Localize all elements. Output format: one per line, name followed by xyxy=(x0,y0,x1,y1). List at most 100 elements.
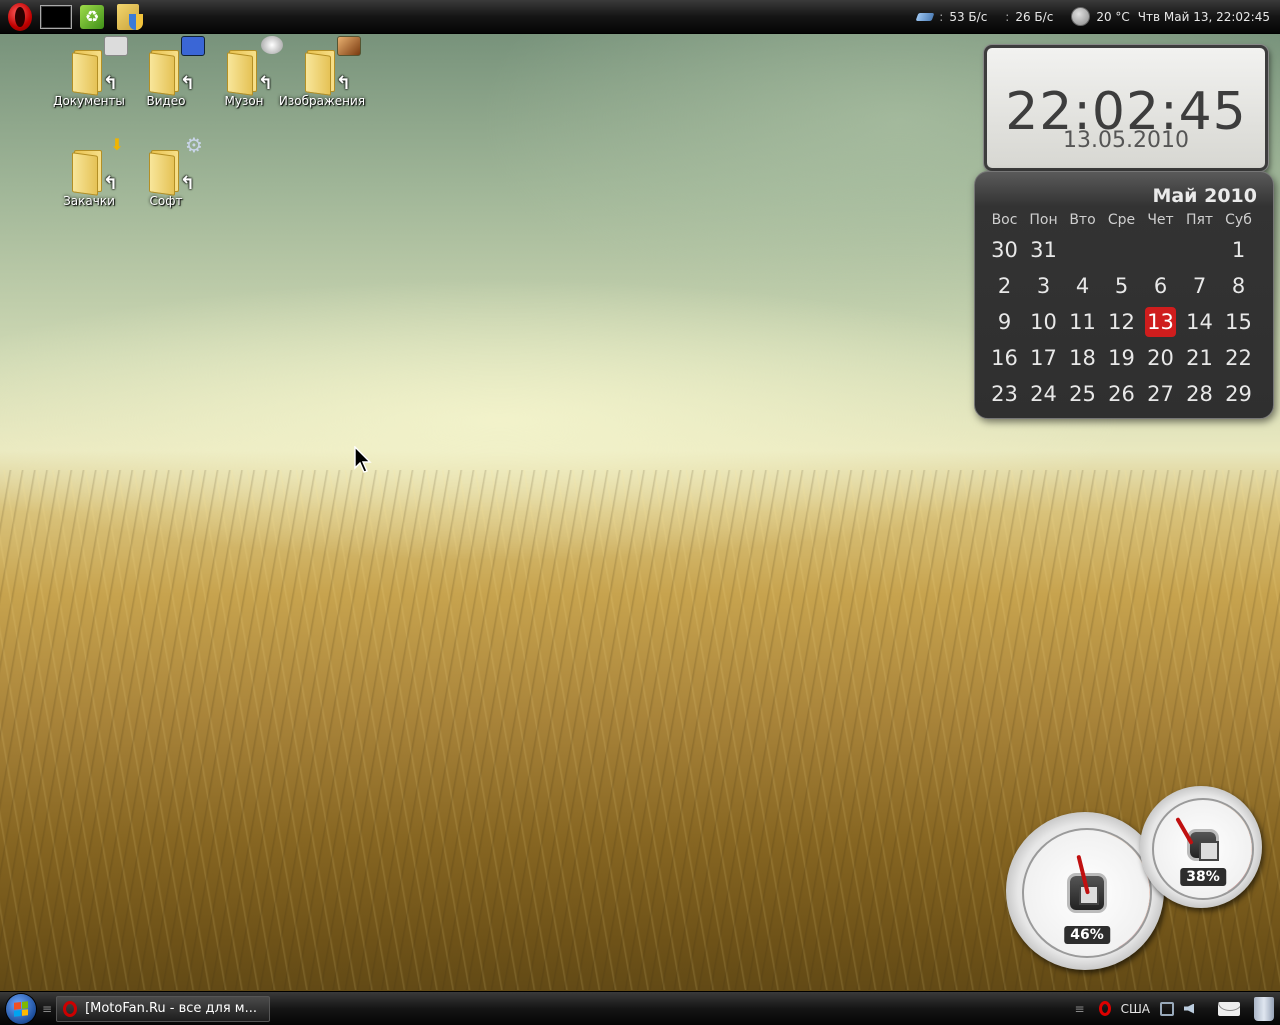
calendar-day[interactable]: 5 xyxy=(1102,268,1141,304)
calendar-day[interactable]: 28 xyxy=(1180,376,1219,412)
calendar-day[interactable]: 1 xyxy=(1219,232,1258,268)
calendar-day[interactable]: 19 xyxy=(1102,340,1141,376)
calendar-day[interactable]: 26 xyxy=(1102,376,1141,412)
desktop-icon-label: Изображения xyxy=(278,94,366,108)
volume-icon[interactable] xyxy=(1184,1003,1194,1014)
windows-logo-icon xyxy=(14,1000,28,1017)
calendar-day[interactable]: 29 xyxy=(1219,376,1258,412)
net-download-monitor[interactable]: : 53 Б/с xyxy=(915,9,988,24)
calendar-day[interactable]: 27 xyxy=(1141,376,1180,412)
network-tray-icon[interactable] xyxy=(1160,1001,1174,1016)
calendar-weekday: Чет xyxy=(1147,212,1174,228)
folder-icon: ↰ xyxy=(305,36,361,96)
calendar-weekday: Сре xyxy=(1107,212,1136,228)
mail-icon[interactable] xyxy=(1218,1001,1240,1016)
calendar-day[interactable]: 21 xyxy=(1180,340,1219,376)
trash-icon[interactable] xyxy=(1254,996,1274,1021)
desktop-icon-music[interactable]: ↰ Музон xyxy=(199,36,289,108)
folder-icon: ↰ xyxy=(227,36,283,96)
top-panel: ♻ : 53 Б/с : 26 Б/с 20 °C Чтв Май 13, 22… xyxy=(0,0,1280,34)
desktop-icon-label: Музон xyxy=(224,94,264,108)
calendar-day[interactable]: 15 xyxy=(1219,304,1258,340)
calendar-week-row: 2345678 xyxy=(985,268,1263,304)
calendar-day xyxy=(1102,232,1141,268)
taskbar-window-title: [MotoFan.Ru - все для м... xyxy=(85,1001,258,1016)
folder-icon: ↰ ⚙ xyxy=(149,135,203,196)
recycle-launcher[interactable]: ♻ xyxy=(76,3,108,31)
weather-applet[interactable]: 20 °C xyxy=(1071,7,1130,26)
desktop-icon-images[interactable]: ↰ Изображения xyxy=(277,36,367,108)
terminal-icon xyxy=(40,4,72,29)
calendar-week-row: 23 24 25 26 27 28 29 xyxy=(985,376,1263,412)
calendar-day[interactable]: 30 xyxy=(985,232,1024,268)
file-manager-launcher[interactable] xyxy=(112,3,144,31)
desktop-icon-software[interactable]: ↰ ⚙ Софт xyxy=(121,135,211,208)
gear-icon: ⚙ xyxy=(185,133,203,157)
separator-dots: : xyxy=(939,9,944,24)
folder-icon: ↰ xyxy=(72,36,128,96)
calendar-day xyxy=(1063,232,1102,268)
memory-percent: 38% xyxy=(1180,868,1226,887)
calendar-days-grid: 30 31 1 2 3 4 5 6 7 8 9 10 11 12 13 14 15 16 17 18 19 20 21 22 2… xyxy=(975,228,1273,412)
calendar-weekday: Пон xyxy=(1029,212,1058,228)
calendar-day[interactable]: 7 xyxy=(1180,268,1219,304)
start-button[interactable] xyxy=(6,993,36,1024)
photo-icon xyxy=(337,36,361,56)
calendar-weekday: Вто xyxy=(1069,212,1096,228)
desktop-icon-label: Видео xyxy=(146,94,186,108)
calendar-week-row: 9 10 11 12 13 14 15 xyxy=(985,304,1263,340)
panel-clock[interactable]: Чтв Май 13, 22:02:45 xyxy=(1138,10,1270,24)
taskbar-window-opera[interactable]: [MotoFan.Ru - все для м... xyxy=(56,995,271,1022)
weather-icon xyxy=(1071,7,1091,26)
calendar-day[interactable]: 20 xyxy=(1141,340,1180,376)
recycle-icon: ♻ xyxy=(80,4,104,29)
calendar-weekday: Суб xyxy=(1225,212,1252,228)
calendar-week-row: 30 31 1 xyxy=(985,232,1263,268)
memory-gauge[interactable]: 38% xyxy=(1140,786,1262,908)
weather-temp: 20 °C xyxy=(1096,9,1130,24)
calendar-day[interactable]: 18 xyxy=(1063,340,1102,376)
calendar-day[interactable]: 16 xyxy=(985,340,1024,376)
separator-dots: : xyxy=(1005,9,1010,24)
calendar-widget[interactable]: Май 2010 Вос Пон Вто Сре Чет Пят Суб 30 31 1 2 3 4 5… xyxy=(974,171,1274,419)
terminal-launcher[interactable] xyxy=(40,3,72,31)
calendar-day[interactable]: 3 xyxy=(1024,268,1063,304)
calendar-day xyxy=(1141,232,1180,268)
panel-datetime: Чтв Май 13, 22:02:45 xyxy=(1137,9,1270,24)
calendar-day[interactable]: 14 xyxy=(1180,304,1219,340)
net-upload-monitor[interactable]: : 26 Б/с xyxy=(1005,10,1053,24)
folder-icon: ↰ ⬇ xyxy=(72,136,124,196)
calendar-day[interactable]: 31 xyxy=(1024,232,1063,268)
calendar-day[interactable]: 12 xyxy=(1102,304,1141,340)
calendar-day-today[interactable]: 13 xyxy=(1145,307,1176,337)
net-download-value: 53 Б/с xyxy=(949,9,988,24)
calendar-day[interactable]: 22 xyxy=(1219,340,1258,376)
calendar-day[interactable]: 23 xyxy=(985,376,1024,412)
calendar-day[interactable]: 8 xyxy=(1219,268,1258,304)
opera-launcher[interactable] xyxy=(4,2,36,31)
clock-widget[interactable]: 22:02:45 13.05.2010 xyxy=(984,45,1268,171)
top-tray: : 53 Б/с : 26 Б/с 20 °C Чтв Май 13, 22:0… xyxy=(899,0,1280,33)
tray-handle-icon[interactable]: ≡ xyxy=(1075,1002,1085,1016)
calendar-day[interactable]: 4 xyxy=(1063,268,1102,304)
calendar-day[interactable]: 11 xyxy=(1063,304,1102,340)
net-upload-value: 26 Б/с xyxy=(1015,9,1054,24)
cpu-percent: 46% xyxy=(1064,925,1110,944)
desktop-icon-label: Софт xyxy=(149,194,183,208)
calendar-weekday: Вос xyxy=(991,212,1018,228)
calendar-day[interactable]: 24 xyxy=(1024,376,1063,412)
calendar-day[interactable]: 9 xyxy=(985,304,1024,340)
taskbar-handle-icon[interactable]: ≡ xyxy=(42,1002,52,1016)
calendar-weekday: Пят xyxy=(1185,212,1214,228)
calendar-day xyxy=(1180,232,1219,268)
calendar-day[interactable]: 2 xyxy=(985,268,1024,304)
keyboard-layout[interactable]: США xyxy=(1121,1002,1150,1016)
opera-icon xyxy=(8,2,32,31)
opera-tray-icon[interactable] xyxy=(1098,1001,1111,1016)
desktop-icon-video[interactable]: ↰ Видео xyxy=(121,36,211,108)
calendar-day[interactable]: 25 xyxy=(1063,376,1102,412)
calendar-day[interactable]: 6 xyxy=(1141,268,1180,304)
calendar-day[interactable]: 17 xyxy=(1024,340,1063,376)
calendar-day[interactable]: 10 xyxy=(1024,304,1063,340)
shield-icon xyxy=(117,3,143,30)
